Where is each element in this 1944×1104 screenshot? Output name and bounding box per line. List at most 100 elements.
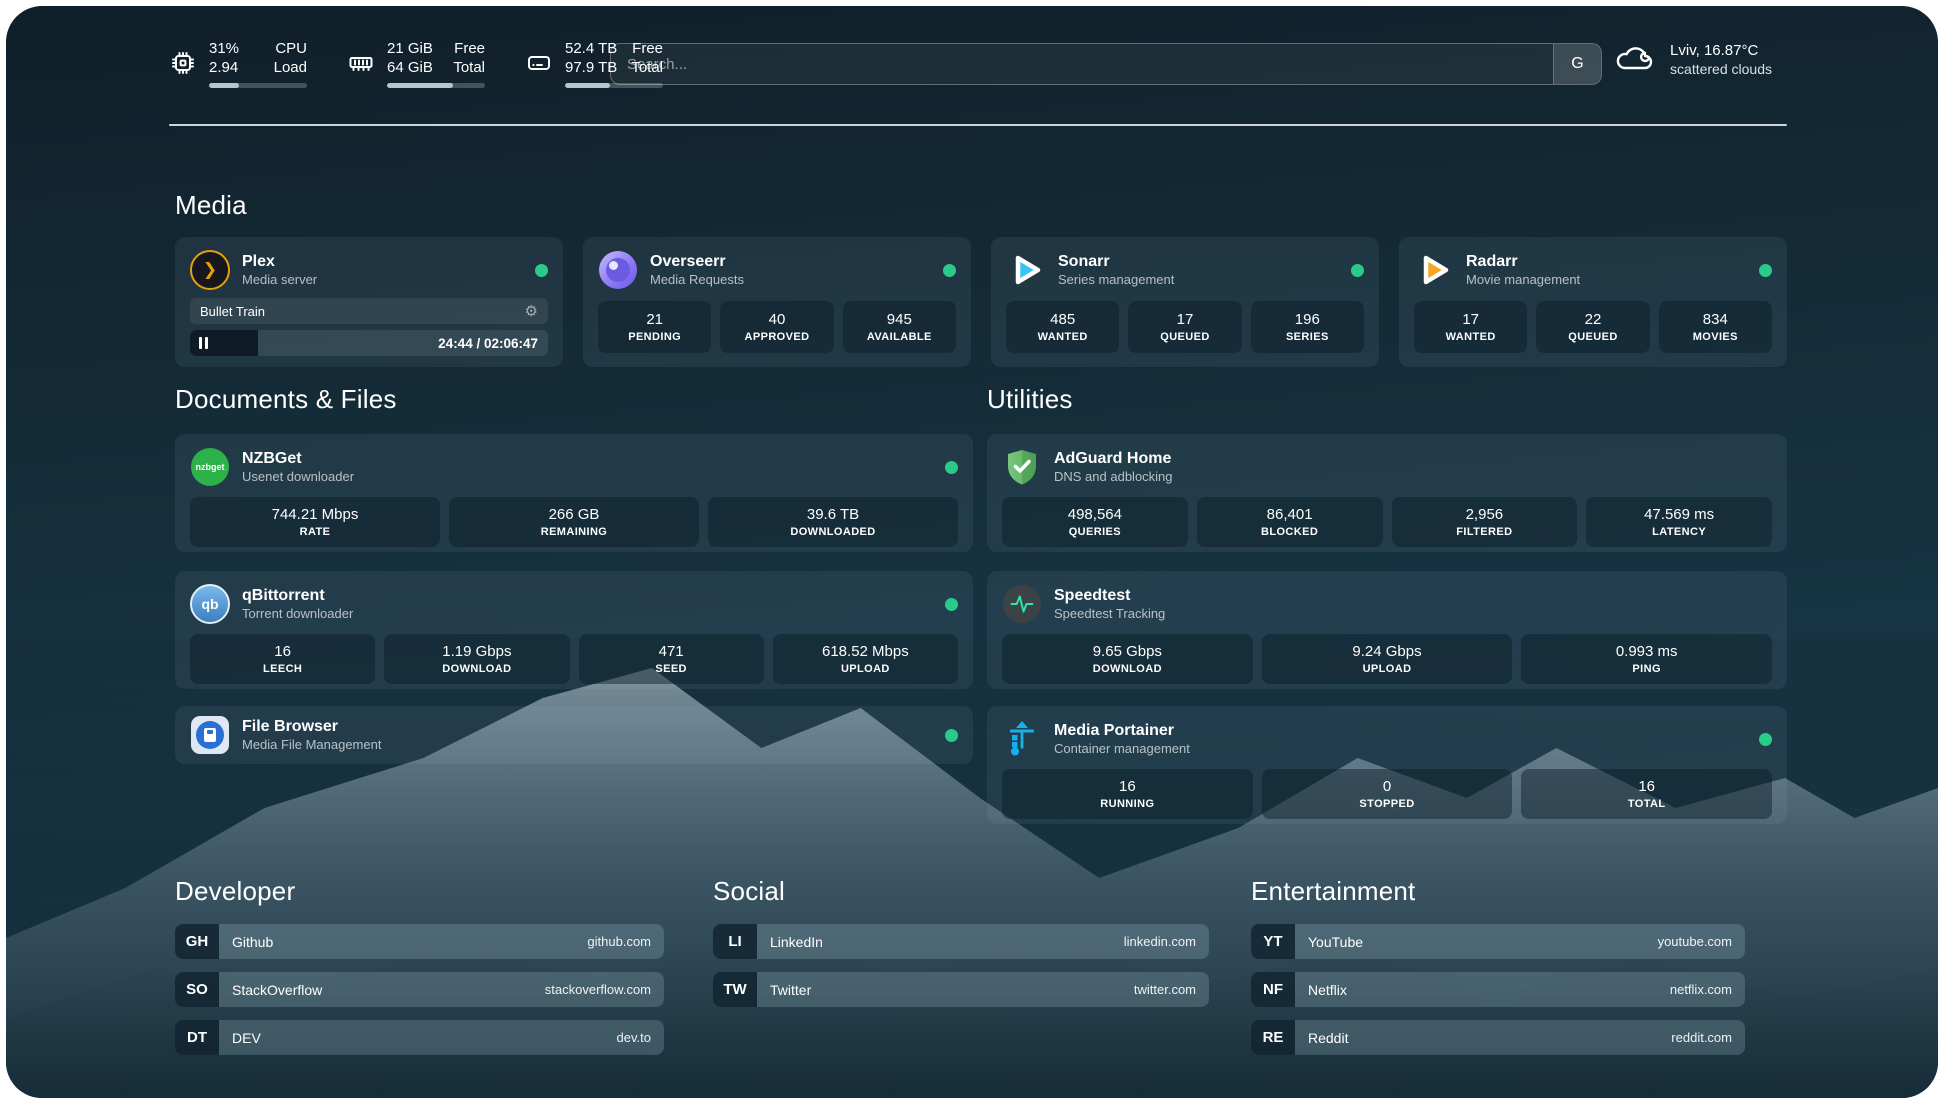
service-card-plex[interactable]: ❯ Plex Media server Bullet Train ⚙ 24:44… bbox=[175, 237, 563, 367]
stat-value: 744.21 Mbps bbox=[272, 506, 359, 523]
stat-running: 16 RUNNING bbox=[1002, 769, 1253, 819]
service-title: Media Portainer bbox=[1054, 721, 1190, 740]
now-playing-row: Bullet Train ⚙ bbox=[190, 298, 548, 324]
bookmark-twitter[interactable]: TW Twitter twitter.com bbox=[713, 972, 1209, 1007]
service-card-portainer[interactable]: Media Portainer Container management 16 … bbox=[987, 706, 1787, 824]
bookmark-linkedin[interactable]: LI LinkedIn linkedin.com bbox=[713, 924, 1209, 959]
ram-free-value: 21 GiB bbox=[387, 39, 433, 59]
stat-label: DOWNLOAD bbox=[442, 663, 511, 675]
bookmark-youtube[interactable]: YT YouTube youtube.com bbox=[1251, 924, 1745, 959]
dashboard-window: 31% 2.94 CPU Load bbox=[6, 6, 1938, 1098]
stat-download: 9.65 Gbps DOWNLOAD bbox=[1002, 634, 1253, 684]
cloud-icon bbox=[1612, 40, 1656, 79]
service-card-nzbget[interactable]: nzbget NZBGet Usenet downloader 744.21 M… bbox=[175, 434, 973, 552]
bookmark-github[interactable]: GH Github github.com bbox=[175, 924, 664, 959]
bookmark-dev[interactable]: DT DEV dev.to bbox=[175, 1020, 664, 1055]
bookmark-name: Netflix bbox=[1295, 972, 1347, 1007]
stat-value: 47.569 ms bbox=[1644, 506, 1714, 523]
stat-label: RUNNING bbox=[1100, 798, 1154, 810]
service-card-sonarr[interactable]: Sonarr Series management 485 WANTED 17 Q… bbox=[991, 237, 1379, 367]
gear-icon[interactable]: ⚙ bbox=[525, 304, 538, 319]
stat-wanted: 485 WANTED bbox=[1006, 301, 1119, 353]
stat-label: DOWNLOADED bbox=[790, 526, 875, 538]
stat-label: FILTERED bbox=[1456, 526, 1512, 538]
stat-value: 266 GB bbox=[549, 506, 600, 523]
section-title-social: Social bbox=[713, 876, 785, 907]
cpu-progress-bar bbox=[209, 83, 307, 88]
service-card-qbittorrent[interactable]: qb qBittorrent Torrent downloader 16 LEE… bbox=[175, 571, 973, 689]
stat-total: 16 TOTAL bbox=[1521, 769, 1772, 819]
stat-label: PING bbox=[1632, 663, 1661, 675]
stat-value: 945 bbox=[887, 311, 912, 328]
bookmark-name: LinkedIn bbox=[757, 924, 823, 959]
service-card-overseerr[interactable]: Overseerr Media Requests 21 PENDING 40 A… bbox=[583, 237, 971, 367]
bookmark-name: StackOverflow bbox=[219, 972, 322, 1007]
stat-label: QUEUED bbox=[1568, 331, 1617, 343]
stat-available: 945 AVAILABLE bbox=[843, 301, 956, 353]
bookmark-name: DEV bbox=[219, 1020, 261, 1055]
ram-widget: 21 GiB 64 GiB Free Total bbox=[347, 39, 485, 88]
ram-progress-bar bbox=[387, 83, 485, 88]
stat-value: 40 bbox=[769, 311, 786, 328]
stat-series: 196 SERIES bbox=[1251, 301, 1364, 353]
status-online-dot bbox=[1759, 264, 1772, 277]
weather-widget[interactable]: Lviv, 16.87°C scattered clouds bbox=[1612, 40, 1772, 79]
stat-queries: 498,564 QUERIES bbox=[1002, 497, 1188, 547]
stat-value: 39.6 TB bbox=[807, 506, 859, 523]
stat-label: QUERIES bbox=[1069, 526, 1121, 538]
service-card-speedtest[interactable]: Speedtest Speedtest Tracking 9.65 Gbps D… bbox=[987, 571, 1787, 689]
stat-value: 1.19 Gbps bbox=[442, 643, 511, 660]
stat-seed: 471 SEED bbox=[579, 634, 764, 684]
service-card-adguard[interactable]: AdGuard Home DNS and adblocking 498,564 … bbox=[987, 434, 1787, 552]
stat-label: PENDING bbox=[628, 331, 681, 343]
stat-queued: 22 QUEUED bbox=[1536, 301, 1649, 353]
stat-value: 618.52 Mbps bbox=[822, 643, 909, 660]
bookmark-reddit[interactable]: RE Reddit reddit.com bbox=[1251, 1020, 1745, 1055]
status-online-dot bbox=[945, 598, 958, 611]
status-online-dot bbox=[943, 264, 956, 277]
section-title-utilities: Utilities bbox=[987, 384, 1073, 415]
service-subtitle: Speedtest Tracking bbox=[1054, 606, 1165, 622]
bookmark-url: youtube.com bbox=[1658, 924, 1745, 959]
ram-total-label: Total bbox=[453, 58, 485, 78]
bookmark-url: github.com bbox=[587, 924, 664, 959]
stat-value: 9.24 Gbps bbox=[1352, 643, 1421, 660]
stat-movies: 834 MOVIES bbox=[1659, 301, 1772, 353]
stat-download: 1.19 Gbps DOWNLOAD bbox=[384, 634, 569, 684]
service-subtitle: Media File Management bbox=[242, 737, 381, 753]
now-playing-title: Bullet Train bbox=[200, 304, 265, 319]
service-title: Overseerr bbox=[650, 252, 744, 271]
stat-value: 86,401 bbox=[1267, 506, 1313, 523]
search-provider-button[interactable]: G bbox=[1553, 44, 1601, 84]
stat-wanted: 17 WANTED bbox=[1414, 301, 1527, 353]
cpu-load-label: Load bbox=[274, 58, 307, 78]
service-subtitle: DNS and adblocking bbox=[1054, 469, 1173, 485]
weather-condition: scattered clouds bbox=[1670, 61, 1772, 77]
stat-label: APPROVED bbox=[745, 331, 810, 343]
search-input[interactable] bbox=[611, 44, 1553, 84]
stat-label: DOWNLOAD bbox=[1093, 663, 1162, 675]
cpu-widget: 31% 2.94 CPU Load bbox=[169, 39, 307, 88]
bookmark-netflix[interactable]: NF Netflix netflix.com bbox=[1251, 972, 1745, 1007]
ram-icon bbox=[347, 49, 375, 77]
service-card-filebrowser[interactable]: File Browser Media File Management bbox=[175, 706, 973, 764]
status-online-dot bbox=[1351, 264, 1364, 277]
service-card-radarr[interactable]: Radarr Movie management 17 WANTED 22 QUE… bbox=[1399, 237, 1787, 367]
stat-queued: 17 QUEUED bbox=[1128, 301, 1241, 353]
service-title: Plex bbox=[242, 252, 317, 271]
stat-remaining: 266 GB REMAINING bbox=[449, 497, 699, 547]
stat-value: 196 bbox=[1295, 311, 1320, 328]
service-title: Radarr bbox=[1466, 252, 1580, 271]
service-title: NZBGet bbox=[242, 449, 354, 468]
stat-label: AVAILABLE bbox=[867, 331, 932, 343]
cpu-usage-label: CPU bbox=[274, 39, 307, 59]
stat-label: SERIES bbox=[1286, 331, 1329, 343]
stat-value: 9.65 Gbps bbox=[1093, 643, 1162, 660]
stat-value: 22 bbox=[1585, 311, 1602, 328]
qbittorrent-icon: qb bbox=[190, 584, 230, 624]
stat-upload: 618.52 Mbps UPLOAD bbox=[773, 634, 958, 684]
topbar: 31% 2.94 CPU Load bbox=[169, 32, 1778, 94]
service-title: File Browser bbox=[242, 717, 381, 736]
bookmark-name: YouTube bbox=[1295, 924, 1363, 959]
bookmark-stackoverflow[interactable]: SO StackOverflow stackoverflow.com bbox=[175, 972, 664, 1007]
